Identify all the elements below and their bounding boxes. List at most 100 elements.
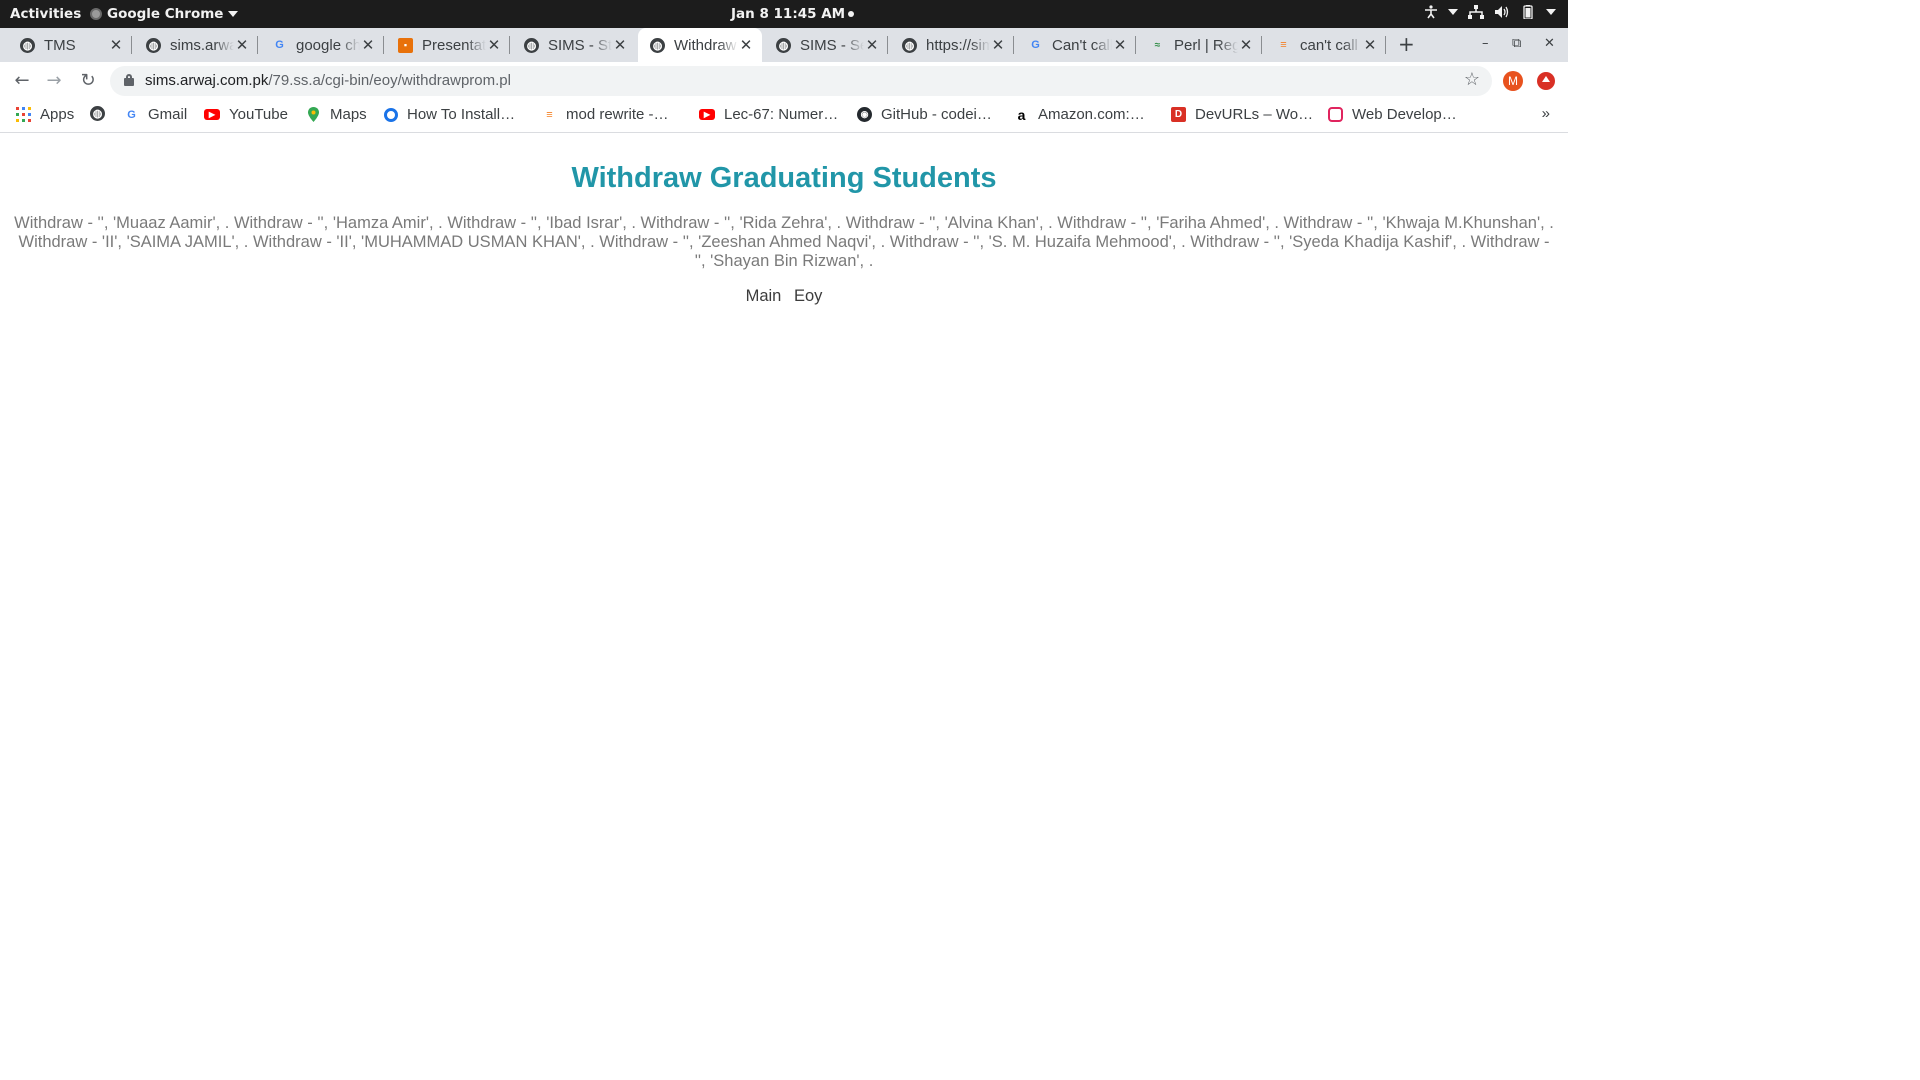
chevron-down-icon xyxy=(1546,9,1556,15)
bookmark-web-develop[interactable]: Web Develop… xyxy=(1328,106,1457,123)
slides-icon: ▪ xyxy=(398,37,413,53)
tab-separator xyxy=(1261,36,1262,54)
bookmark-how-to-install[interactable]: How To Install… xyxy=(384,106,515,123)
bookmark-apps[interactable]: Apps xyxy=(16,106,74,123)
main-link[interactable]: Main xyxy=(746,287,782,305)
tab-tms[interactable]: ◍ TMS ✕ xyxy=(8,28,132,62)
volume-icon[interactable] xyxy=(1494,5,1510,19)
tab-strip: ◍ TMS ✕ ◍ sims.arwaj ✕ G google chrome ✕… xyxy=(0,28,1568,62)
perl-icon: ≈ xyxy=(1154,39,1161,51)
tab-separator xyxy=(257,36,258,54)
close-icon[interactable]: ✕ xyxy=(108,36,124,54)
tab-title: TMS xyxy=(44,36,76,54)
webdev-icon xyxy=(1328,107,1343,122)
network-icon[interactable] xyxy=(1468,5,1484,19)
tab-sims-students[interactable]: ◍ SIMS - Students ✕ xyxy=(512,28,636,62)
stackoverflow-icon: ≡ xyxy=(1280,39,1287,51)
battery-icon[interactable] xyxy=(1520,5,1536,19)
accessibility-icon[interactable] xyxy=(1424,5,1438,19)
tab-separator xyxy=(1385,36,1386,54)
close-icon[interactable]: ✕ xyxy=(234,36,250,54)
system-tray[interactable] xyxy=(1424,5,1556,19)
close-icon[interactable]: ✕ xyxy=(1362,36,1378,54)
tab-title: SIMS - Search xyxy=(800,36,864,54)
globe-icon: ◍ xyxy=(146,37,161,53)
close-icon[interactable]: ✕ xyxy=(738,36,754,54)
tab-cant-call-so[interactable]: ≡ can't call ✕ xyxy=(1264,28,1386,62)
tab-https-sims[interactable]: ◍ https://sims ✕ xyxy=(890,28,1014,62)
reload-icon[interactable]: ↻ xyxy=(78,70,98,91)
close-icon[interactable]: ✕ xyxy=(1238,36,1254,54)
more-bookmarks-chevron-icon[interactable]: » xyxy=(1542,105,1550,122)
globe-icon: ◍ xyxy=(90,106,105,121)
bookmark-label: Gmail xyxy=(148,106,188,123)
url-text[interactable]: sims.arwaj.com.pk/79.ss.a/cgi-bin/eoy/wi… xyxy=(145,72,511,89)
window-close-icon[interactable]: ✕ xyxy=(1544,36,1555,51)
back-arrow-icon[interactable]: ← xyxy=(12,70,32,91)
apps-grid-icon xyxy=(16,107,31,122)
profile-avatar[interactable]: M xyxy=(1503,71,1523,91)
close-icon[interactable]: ✕ xyxy=(990,36,1006,54)
bookmark-globe[interactable]: ◍ xyxy=(90,106,114,121)
bookmark-github[interactable]: ◉ GitHub - codei… xyxy=(857,106,992,123)
url-path: /79.ss.a/cgi-bin/eoy/withdrawprom.pl xyxy=(268,72,511,89)
bookmark-label: YouTube xyxy=(229,106,288,123)
clock[interactable]: Jan 8 11:45 AM xyxy=(731,6,855,22)
bookmark-devurls[interactable]: D DevURLs – Wo… xyxy=(1171,106,1313,123)
bookmark-maps[interactable]: Maps xyxy=(306,106,367,123)
address-bar[interactable]: sims.arwaj.com.pk/79.ss.a/cgi-bin/eoy/wi… xyxy=(110,66,1492,96)
tab-sims-arwaj[interactable]: ◍ sims.arwaj ✕ xyxy=(134,28,258,62)
github-icon: ◉ xyxy=(857,107,872,122)
close-icon[interactable]: ✕ xyxy=(612,36,628,54)
page-content: Withdraw Graduating Students Withdraw - … xyxy=(0,134,1568,882)
lock-icon[interactable] xyxy=(124,74,134,86)
bookmark-youtube[interactable]: ▶ YouTube xyxy=(204,106,288,123)
bookmark-star-icon[interactable]: ☆ xyxy=(1464,69,1480,90)
close-icon[interactable]: ✕ xyxy=(486,36,502,54)
minimize-icon[interactable]: – xyxy=(1482,36,1489,51)
bookmark-gmail[interactable]: G Gmail xyxy=(124,106,187,123)
bookmark-lec-67[interactable]: ▶ Lec-67: Numer… xyxy=(699,106,838,123)
forward-arrow-icon[interactable]: → xyxy=(44,70,64,91)
tab-title: Perl | Regex xyxy=(1174,36,1238,54)
tab-title: SIMS - Students xyxy=(548,36,612,54)
tab-google-search[interactable]: G google chrome ✕ xyxy=(260,28,384,62)
tab-separator xyxy=(131,36,132,54)
bookmark-label: Apps xyxy=(40,106,75,123)
activities-button[interactable]: Activities xyxy=(10,6,81,22)
google-icon: G xyxy=(275,39,284,51)
bookmark-amazon[interactable]: a Amazon.com:… xyxy=(1014,106,1145,123)
withdraw-list-text: Withdraw - '', 'Muaaz Aamir', . Withdraw… xyxy=(14,214,1554,270)
tab-presentation[interactable]: ▪ Presentation ✕ xyxy=(386,28,510,62)
tab-title: Presentation xyxy=(422,36,486,54)
bookmark-mod-rewrite[interactable]: ≡ mod rewrite -… xyxy=(542,106,668,123)
chrome-app-icon xyxy=(90,8,102,20)
eoy-link[interactable]: Eoy xyxy=(794,287,822,305)
globe-icon: ◍ xyxy=(650,37,665,53)
globe-icon: ◍ xyxy=(20,37,35,53)
youtube-icon: ▶ xyxy=(204,109,220,120)
notification-dot-icon xyxy=(848,11,855,17)
tab-perl-regex[interactable]: ≈ Perl | Regex ✕ xyxy=(1138,28,1262,62)
tab-withdraw-active[interactable]: ◍ Withdraw Graduating ✕ xyxy=(638,28,762,62)
app-menu[interactable]: Google Chrome xyxy=(90,6,239,22)
close-icon[interactable]: ✕ xyxy=(1112,36,1128,54)
devurls-icon: D xyxy=(1171,107,1186,122)
extension-icon[interactable] xyxy=(1537,72,1555,90)
globe-icon: ◍ xyxy=(524,37,539,53)
page-title: Withdraw Graduating Students xyxy=(571,162,997,194)
tab-title: https://sims xyxy=(926,36,990,54)
url-host: sims.arwaj.com.pk xyxy=(145,72,269,89)
tab-separator xyxy=(509,36,510,54)
close-icon[interactable]: ✕ xyxy=(864,36,880,54)
tab-cant-call-google[interactable]: G Can't call ✕ xyxy=(1016,28,1136,62)
close-icon[interactable]: ✕ xyxy=(360,36,376,54)
tab-title: sims.arwaj xyxy=(170,36,234,54)
tab-separator xyxy=(1135,36,1136,54)
bookmarks-bar: Apps ◍ G Gmail ▶ YouTube Maps How To Ins… xyxy=(0,100,1568,133)
restore-icon[interactable]: ⧉ xyxy=(1512,36,1521,51)
new-tab-plus-icon[interactable]: + xyxy=(1398,32,1415,56)
tab-sims-search[interactable]: ◍ SIMS - Search ✕ xyxy=(764,28,888,62)
tab-separator xyxy=(383,36,384,54)
tab-title: Can't call xyxy=(1052,36,1112,54)
